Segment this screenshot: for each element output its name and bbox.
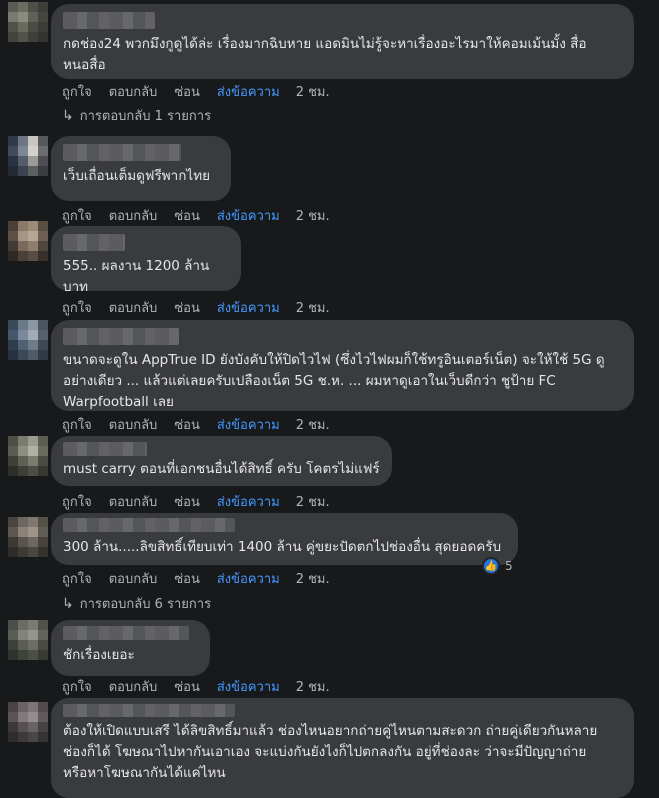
comment-text: เว็บเถื่อนเต็มดูฟรีพากไทย <box>63 168 210 184</box>
like-button[interactable]: ถูกใจ <box>62 205 92 226</box>
reaction-count: 5 <box>505 559 513 573</box>
avatar[interactable] <box>8 620 48 660</box>
hide-button[interactable]: ซ่อน <box>174 568 200 589</box>
timestamp[interactable]: 2 ชม. <box>296 205 330 226</box>
comment-bubble: must carry ตอนที่เอกชนอื่นได้สิทธิ์ ครับ… <box>51 436 392 486</box>
timestamp[interactable]: 2 ชม. <box>296 81 330 102</box>
commenter-name[interactable] <box>63 328 179 345</box>
commenter-name[interactable] <box>63 442 147 456</box>
comment-actions: ถูกใจ ตอบกลับ ซ่อน ส่งข้อความ 2 ชม. <box>62 491 330 512</box>
send-message-button[interactable]: ส่งข้อความ <box>217 297 280 318</box>
comment-actions: ถูกใจ ตอบกลับ ซ่อน ส่งข้อความ 2 ชม. <box>62 414 330 435</box>
reply-button[interactable]: ตอบกลับ <box>109 676 158 697</box>
timestamp[interactable]: 2 ชม. <box>296 491 330 512</box>
reply-arrow-icon: ↳ <box>62 595 74 612</box>
comment-text: ต้องให้เปิดแบบเสรี ได้ลิขสิทธิ์มาแล้ว ช่… <box>63 723 598 781</box>
avatar[interactable] <box>8 221 48 261</box>
hide-button[interactable]: ซ่อน <box>174 676 200 697</box>
avatar[interactable] <box>8 2 48 42</box>
commenter-name[interactable] <box>63 12 155 29</box>
like-button[interactable]: ถูกใจ <box>62 676 92 697</box>
timestamp[interactable]: 2 ชม. <box>296 414 330 435</box>
comment-bubble: เว็บเถื่อนเต็มดูฟรีพากไทย <box>51 136 231 201</box>
reply-arrow-icon: ↳ <box>62 107 74 124</box>
comment-bubble: กดช่อง24 พวกมึงกูดูได้ล่ะ เรื่องมากฉิบหา… <box>51 4 634 79</box>
commenter-name[interactable] <box>63 518 235 532</box>
comment-text: 555.. ผลงาน 1200 ล้านบาท <box>63 258 210 295</box>
reply-button[interactable]: ตอบกลับ <box>109 491 158 512</box>
reply-button[interactable]: ตอบกลับ <box>109 297 158 318</box>
comment-text: ชักเรื่องเยอะ <box>63 647 135 663</box>
comment-bubble: ต้องให้เปิดแบบเสรี ได้ลิขสิทธิ์มาแล้ว ช่… <box>51 698 634 798</box>
commenter-name[interactable] <box>63 704 235 717</box>
timestamp[interactable]: 2 ชม. <box>296 568 330 589</box>
hide-button[interactable]: ซ่อน <box>174 81 200 102</box>
like-button[interactable]: ถูกใจ <box>62 297 92 318</box>
send-message-button[interactable]: ส่งข้อความ <box>217 205 280 226</box>
hide-button[interactable]: ซ่อน <box>174 205 200 226</box>
reply-button[interactable]: ตอบกลับ <box>109 205 158 226</box>
comment-text: must carry ตอนที่เอกชนอื่นได้สิทธิ์ ครับ… <box>63 461 380 477</box>
comment-bubble: 555.. ผลงาน 1200 ล้านบาท <box>51 226 241 295</box>
comment-bubble: ชักเรื่องเยอะ <box>51 620 210 676</box>
comment-text: ขนาดจะดูใน AppTrue ID ยังบังคับให้ปิดไวไ… <box>63 352 605 410</box>
comment-actions: ถูกใจ ตอบกลับ ซ่อน ส่งข้อความ 2 ชม. <box>62 81 330 102</box>
avatar[interactable] <box>8 702 48 742</box>
like-button[interactable]: ถูกใจ <box>62 81 92 102</box>
send-message-button[interactable]: ส่งข้อความ <box>217 491 280 512</box>
comment-text: กดช่อง24 พวกมึงกูดูได้ล่ะ เรื่องมากฉิบหา… <box>63 36 587 73</box>
replies-count-label: การตอบกลับ 1 รายการ <box>79 109 212 124</box>
avatar[interactable] <box>8 136 48 176</box>
hide-button[interactable]: ซ่อน <box>174 297 200 318</box>
reaction-summary[interactable]: 👍 5 <box>482 557 513 575</box>
comment-bubble: ขนาดจะดูใน AppTrue ID ยังบังคับให้ปิดไวไ… <box>51 320 634 411</box>
send-message-button[interactable]: ส่งข้อความ <box>217 81 280 102</box>
commenter-name[interactable] <box>63 144 181 161</box>
avatar[interactable] <box>8 517 48 557</box>
like-button[interactable]: ถูกใจ <box>62 568 92 589</box>
comment-actions: ถูกใจ ตอบกลับ ซ่อน ส่งข้อความ 2 ชม. <box>62 568 330 589</box>
reply-button[interactable]: ตอบกลับ <box>109 414 158 435</box>
commenter-name[interactable] <box>63 626 189 640</box>
reply-button[interactable]: ตอบกลับ <box>109 81 158 102</box>
send-message-button[interactable]: ส่งข้อความ <box>217 568 280 589</box>
reply-button[interactable]: ตอบกลับ <box>109 568 158 589</box>
hide-button[interactable]: ซ่อน <box>174 491 200 512</box>
avatar[interactable] <box>8 436 48 476</box>
comment-actions: ถูกใจ ตอบกลับ ซ่อน ส่งข้อความ 2 ชม. <box>62 205 330 226</box>
send-message-button[interactable]: ส่งข้อความ <box>217 676 280 697</box>
replies-count-label: การตอบกลับ 6 รายการ <box>79 597 212 612</box>
thumbs-up-icon: 👍 <box>482 557 500 575</box>
timestamp[interactable]: 2 ชม. <box>296 297 330 318</box>
view-replies-link[interactable]: ↳ การตอบกลับ 1 รายการ <box>62 105 211 126</box>
comment-text: 300 ล้าน.....ลิขสิทธิ์เทียบเท่า 1400 ล้า… <box>63 539 502 555</box>
timestamp[interactable]: 2 ชม. <box>296 676 330 697</box>
comment-bubble: 300 ล้าน.....ลิขสิทธิ์เทียบเท่า 1400 ล้า… <box>51 513 518 565</box>
avatar[interactable] <box>8 320 48 360</box>
send-message-button[interactable]: ส่งข้อความ <box>217 414 280 435</box>
comment-actions: ถูกใจ ตอบกลับ ซ่อน ส่งข้อความ 2 ชม. <box>62 297 330 318</box>
hide-button[interactable]: ซ่อน <box>174 414 200 435</box>
like-button[interactable]: ถูกใจ <box>62 414 92 435</box>
like-button[interactable]: ถูกใจ <box>62 491 92 512</box>
commenter-name[interactable] <box>63 234 125 251</box>
view-replies-link[interactable]: ↳ การตอบกลับ 6 รายการ <box>62 593 211 614</box>
comment-actions: ถูกใจ ตอบกลับ ซ่อน ส่งข้อความ 2 ชม. <box>62 676 330 697</box>
